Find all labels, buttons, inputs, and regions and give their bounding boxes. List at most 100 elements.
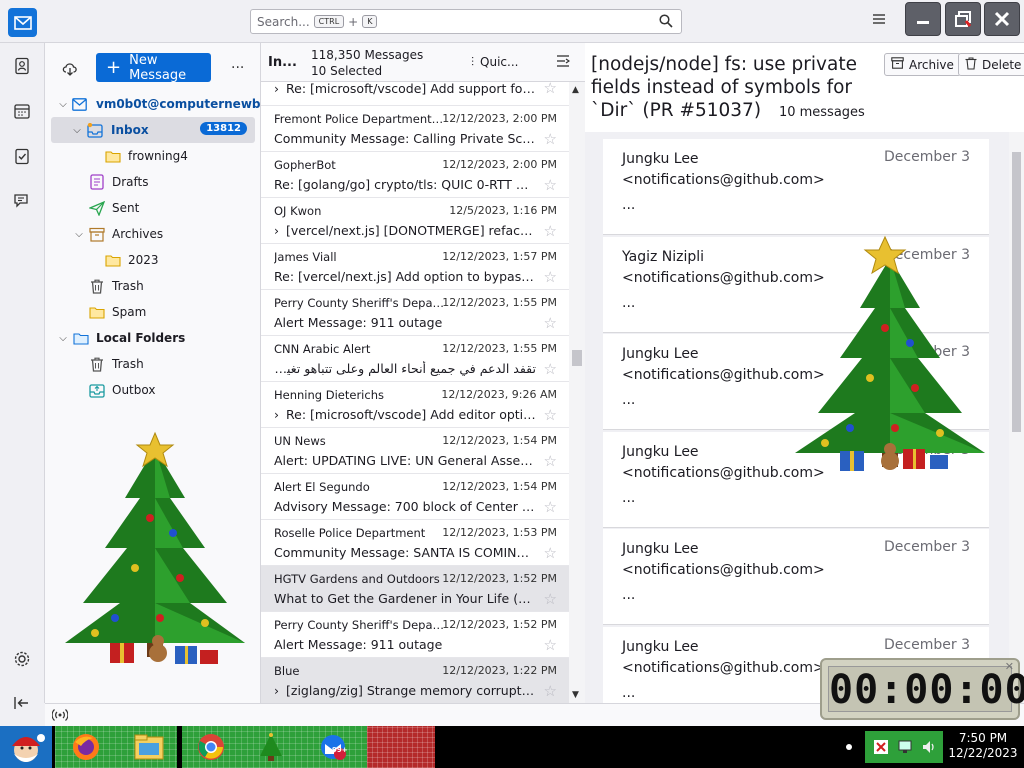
list-display-options-icon[interactable] (556, 54, 571, 71)
close-icon[interactable]: ✕ (1005, 660, 1014, 673)
settings-gear-icon[interactable] (11, 648, 33, 670)
message-snippet: ... (622, 587, 636, 603)
message-row[interactable]: James Viall 12/12/2023, 1:57 PM Re: [ver… (261, 244, 569, 290)
star-icon[interactable]: ☆ (544, 498, 557, 516)
restore-button[interactable] (945, 2, 981, 36)
chevron-down-icon[interactable]: ⌵ (73, 229, 85, 240)
total-messages: 118,350 Messages (311, 48, 424, 62)
search-input[interactable]: Search... CTRL + K (250, 9, 682, 34)
message-sender: Fremont Police Department (CA) (274, 112, 446, 126)
folder-row-spam[interactable]: Spam (45, 299, 261, 325)
firefox-icon[interactable] (70, 731, 102, 763)
taskbar-clock[interactable]: 7:50 PM 12/22/2023 (948, 731, 1018, 761)
star-icon[interactable]: ☆ (544, 406, 557, 424)
folder-row-local-trash[interactable]: Trash (45, 351, 261, 377)
message-row[interactable]: UN News 12/12/2023, 1:54 PM Alert: UPDAT… (261, 428, 569, 474)
message-row[interactable]: GopherBot 12/12/2023, 2:00 PM Re: [golan… (261, 152, 569, 198)
folder-row-sent[interactable]: Sent (45, 195, 261, 221)
star-icon[interactable]: ☆ (544, 222, 557, 240)
thread-chevron-icon[interactable]: › (274, 223, 279, 238)
thread-message-card[interactable]: Jungku Lee <notifications@github.com> Dec… (603, 529, 989, 625)
thread-chevron-icon[interactable]: › (274, 407, 279, 422)
star-icon[interactable]: ☆ (544, 544, 557, 562)
search-icon[interactable] (659, 14, 673, 31)
star-icon[interactable]: ☆ (544, 314, 557, 332)
message-row[interactable]: › Re: [microsoft/vscode] Add support for … (261, 82, 569, 106)
thread-message-card[interactable]: Jungku Lee <notifications@github.com> Dec… (603, 139, 989, 235)
spaces-toolbar (0, 43, 45, 709)
app-menu-icon[interactable] (872, 13, 886, 28)
message-row[interactable]: Perry County Sheriff's Departm... 12/12/… (261, 290, 569, 336)
minimize-button[interactable] (905, 2, 941, 36)
star-icon[interactable]: ☆ (544, 636, 557, 654)
chevron-down-icon[interactable]: ⌵ (71, 125, 83, 136)
star-icon[interactable]: ☆ (544, 130, 557, 148)
folder-row-2023[interactable]: 2023 (45, 247, 261, 273)
quick-filter-button[interactable]: ⫶ Quic... (471, 55, 518, 70)
folder-row-local-folders[interactable]: ⌵ Local Folders (45, 325, 261, 351)
message-row[interactable]: Alert El Segundo 12/12/2023, 1:54 PM Adv… (261, 474, 569, 520)
scroll-down-arrow-icon[interactable]: ▼ (572, 690, 579, 700)
reading-pane-scrollbar[interactable] (1009, 132, 1024, 703)
folder-row-drafts[interactable]: Drafts (45, 169, 261, 195)
security-alert-icon[interactable] (873, 739, 889, 758)
star-icon[interactable]: ☆ (544, 360, 557, 378)
thread-chevron-icon[interactable]: › (274, 683, 279, 698)
message-row[interactable]: Henning Dieterichs 12/12/2023, 9:26 AM ›… (261, 382, 569, 428)
file-explorer-icon[interactable] (133, 731, 165, 763)
folder-pane-more-button[interactable]: ... (231, 56, 244, 72)
folder-row-account[interactable]: ⌵ vm0b0t@computernewb... (45, 91, 274, 117)
address-book-icon[interactable] (11, 55, 33, 77)
chevron-down-icon[interactable]: ⌵ (57, 333, 69, 344)
start-button[interactable] (0, 726, 52, 768)
chrome-icon[interactable] (195, 731, 227, 763)
star-icon[interactable]: ☆ (544, 590, 557, 608)
christmas-tree-app-icon[interactable] (255, 731, 287, 763)
message-row[interactable]: Perry County Sheriff's Departm... 12/12/… (261, 612, 569, 658)
message-row[interactable]: Roselle Police Department 12/12/2023, 1:… (261, 520, 569, 566)
calendar-icon[interactable] (11, 100, 33, 122)
chat-icon[interactable] (11, 190, 33, 212)
taskbar-extra-area (367, 726, 435, 768)
get-messages-cloud-icon[interactable] (61, 60, 79, 79)
thunderbird-icon[interactable]: 99+ (317, 731, 349, 763)
message-row[interactable]: CNN Arabic Alert 12/12/2023, 1:55 PM تقف… (261, 336, 569, 382)
folder-row-frowning4[interactable]: frowning4 (45, 143, 261, 169)
star-icon[interactable]: ☆ (544, 452, 557, 470)
star-icon[interactable]: ☆ (544, 268, 557, 286)
star-icon[interactable]: ☆ (544, 82, 557, 97)
star-icon[interactable]: ☆ (544, 176, 557, 194)
scrollbar-thumb[interactable] (572, 350, 582, 366)
folder-row-archives[interactable]: ⌵ Archives (45, 221, 261, 247)
delete-button[interactable]: Delete (958, 53, 1024, 76)
collapse-spaces-icon[interactable] (11, 692, 33, 714)
message-subject: › Re: [microsoft/vscode] Add support for … (274, 82, 536, 96)
folder-tree: ⌵ vm0b0t@computernewb... ⌵ Inbox 13812 f… (45, 91, 274, 403)
mail-app-icon[interactable] (8, 8, 37, 37)
new-message-button[interactable]: + New Message (96, 53, 211, 83)
scroll-up-arrow-icon[interactable]: ▲ (572, 85, 579, 95)
message-list-scrollbar[interactable]: ▲ ▼ (569, 82, 585, 703)
message-row[interactable]: Fremont Police Department (CA) 12/12/202… (261, 106, 569, 152)
message-row[interactable]: Blue 12/12/2023, 1:22 PM › [ziglang/zig] … (261, 658, 569, 703)
chevron-down-icon[interactable]: ⌵ (57, 99, 69, 110)
thread-chevron-icon[interactable]: › (274, 82, 279, 96)
message-subject: Re: [golang/go] crypto/tls: QUIC 0-RTT A… (274, 177, 536, 192)
close-window-button[interactable] (984, 2, 1020, 36)
folder-pane: + New Message ... ⌵ vm0b0t@computernewb.… (45, 43, 274, 703)
folder-row-inbox[interactable]: ⌵ Inbox 13812 (51, 117, 255, 143)
archive-button[interactable]: Archive (884, 53, 961, 76)
message-subject-text: [ziglang/zig] Strange memory corruptio..… (286, 683, 536, 698)
countdown-timer-widget[interactable]: 00:00:00 ✕ (820, 658, 1024, 720)
scrollbar-thumb[interactable] (1012, 152, 1021, 432)
star-icon[interactable]: ☆ (544, 682, 557, 700)
message-row[interactable]: OJ Kwon 12/5/2023, 1:16 PM › [vercel/next… (261, 198, 569, 244)
network-icon[interactable] (897, 739, 913, 758)
folder-row-trash[interactable]: Trash (45, 273, 261, 299)
message-sender: CNN Arabic Alert (274, 342, 371, 356)
message-row[interactable]: HGTV Gardens and Outdoors 12/12/2023, 1:… (261, 566, 569, 612)
folder-row-outbox[interactable]: Outbox (45, 377, 261, 403)
tasks-icon[interactable] (11, 145, 33, 167)
online-status-icon[interactable] (51, 708, 69, 725)
volume-icon[interactable] (921, 739, 937, 758)
